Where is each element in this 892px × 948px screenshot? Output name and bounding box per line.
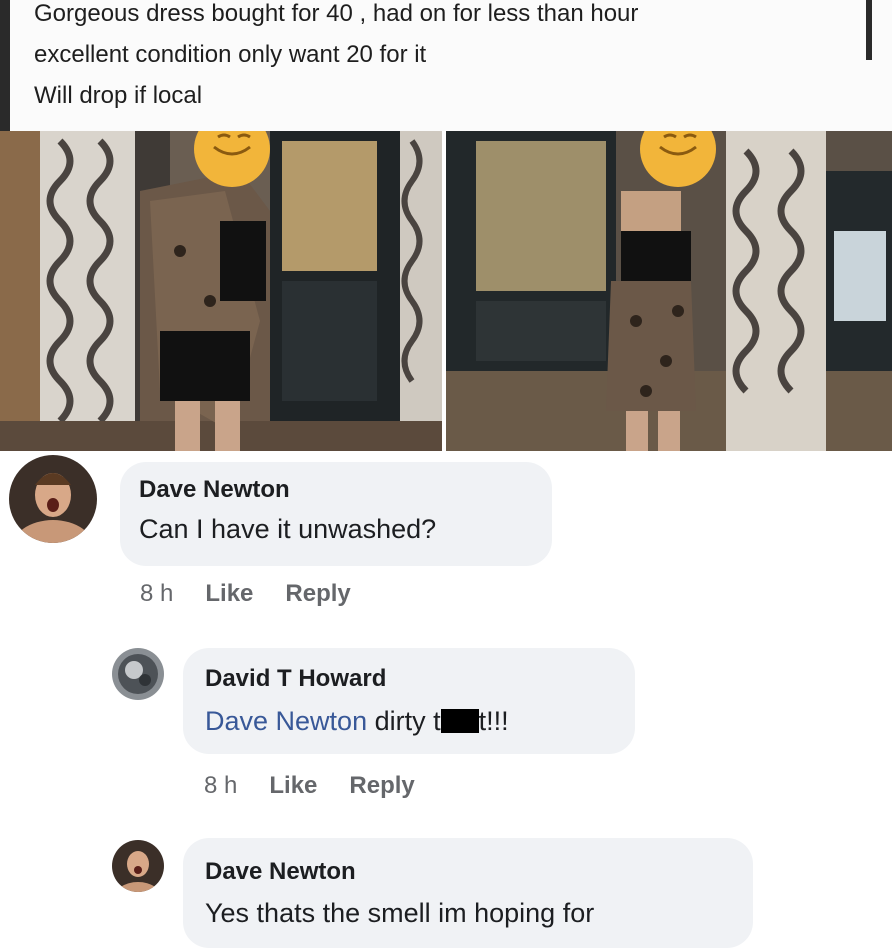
comment-text-part: dirty t: [367, 706, 441, 736]
comment-bubble: [183, 648, 635, 754]
comment-author[interactable]: Dave Newton: [139, 476, 290, 504]
comment-meta: 8 h Like Reply: [140, 580, 383, 608]
photo-front[interactable]: [0, 131, 442, 451]
reply-button[interactable]: Reply: [285, 580, 350, 607]
avatar[interactable]: [112, 648, 164, 700]
comment-text: Dave Newton dirty t t!!!: [205, 706, 509, 737]
comment-text-part: t!!!: [478, 706, 509, 736]
photo-back[interactable]: [446, 131, 892, 451]
comment-author[interactable]: David T Howard: [205, 665, 386, 693]
comment-meta: 8 h Like Reply: [204, 772, 447, 800]
comment-text: Can I have it unwashed?: [139, 514, 437, 544]
post-line-2: excellent condition only want 20 for it: [34, 41, 427, 68]
post-line-1: Gorgeous dress bought for 40 , had on fo…: [34, 0, 639, 27]
post-line-3: Will drop if local: [34, 82, 203, 109]
censor-block: [440, 709, 479, 733]
mention-link[interactable]: Dave Newton: [205, 706, 367, 736]
post-photos: [0, 131, 892, 451]
comment-text: Yes thats the smell im hoping for: [205, 898, 595, 928]
frame-edge: [0, 0, 10, 131]
comment-bubble: [183, 838, 753, 948]
avatar[interactable]: [9, 455, 97, 543]
comment-author[interactable]: Dave Newton: [205, 858, 356, 886]
like-button[interactable]: Like: [269, 772, 317, 799]
comment-time: 8 h: [140, 580, 174, 607]
like-button[interactable]: Like: [205, 580, 253, 607]
reply-button[interactable]: Reply: [349, 772, 414, 799]
post-caption: Gorgeous dress bought for 40 , had on fo…: [0, 0, 892, 131]
frame-edge: [866, 0, 872, 60]
comment-time: 8 h: [204, 772, 238, 799]
avatar[interactable]: [112, 840, 164, 892]
